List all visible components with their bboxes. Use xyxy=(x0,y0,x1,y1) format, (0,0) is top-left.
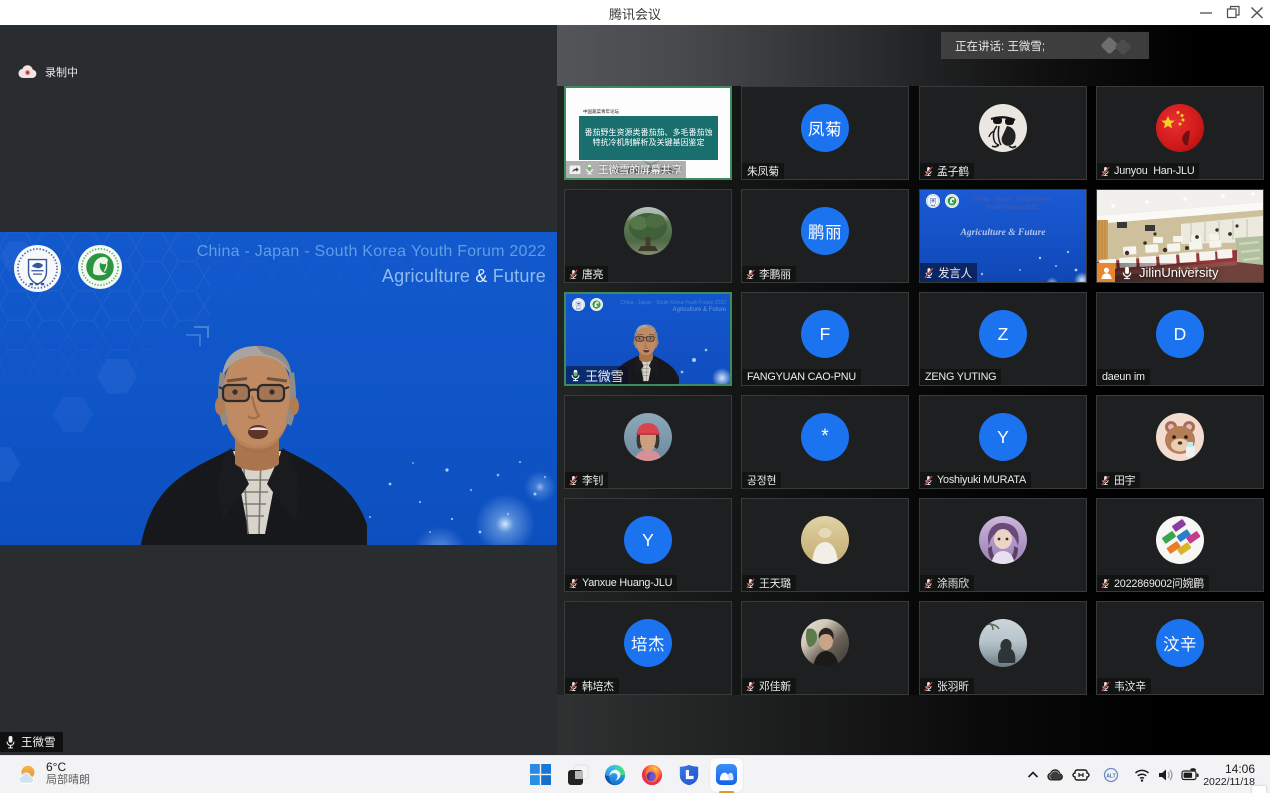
svg-text:ALT: ALT xyxy=(1106,774,1115,780)
